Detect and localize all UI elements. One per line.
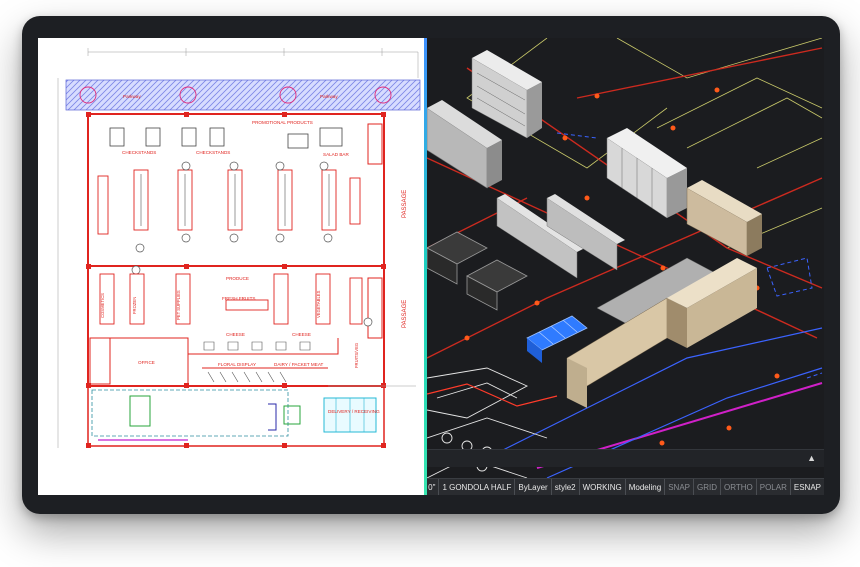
current-block[interactable]: 1 GONDOLA HALF (438, 479, 514, 495)
screen: Parkway Parkway CHECKSTANDS CHECKSTANDS … (38, 38, 824, 495)
ortho-toggle[interactable]: ORTHO (720, 479, 756, 495)
cad-3d-viewport[interactable] (427, 38, 824, 495)
layer-indicator[interactable]: ByLayer (514, 479, 550, 495)
dairy-label: DAIRY / PACKET MEAT (274, 362, 324, 367)
freezer-case (606, 128, 687, 219)
status-bar: 79'-6", -2', 0" 1 GONDOLA HALF ByLayer s… (427, 478, 824, 495)
cursor-coordinates: 79'-6", -2', 0" (427, 483, 436, 492)
fresh-fruits-label: FRESH FRUITS (222, 296, 255, 301)
promo-label: PROMOTIONAL PRODUCTS (252, 120, 313, 125)
refrigerated-case (471, 50, 542, 139)
scroll-up-arrow-icon[interactable]: ▲ (807, 453, 816, 463)
passage-label-bottom: PASSAGE (402, 300, 408, 328)
salad-bar-label: SALAD BAR (323, 152, 349, 157)
parkway-strip (65, 79, 421, 111)
cosmetics-label: COSMETICS (100, 293, 105, 318)
vegetables-label: VEGETABLES (316, 290, 321, 318)
grid-toggle[interactable]: GRID (693, 479, 720, 495)
wood-display-case (686, 180, 762, 257)
working-state[interactable]: WORKING (578, 479, 625, 495)
floor-plan-drawing: Parkway Parkway CHECKSTANDS CHECKSTANDS … (57, 48, 421, 448)
fruits-veg-label: FRUITS/VEG (354, 343, 359, 368)
passage-label-top: PASSAGE (402, 190, 408, 218)
space-mode[interactable]: Modeling (624, 479, 664, 495)
parkway-label-1: Parkway (123, 94, 141, 99)
checkstands-label-1: CHECKSTANDS (122, 150, 156, 155)
pet-supplies-label: PET SUPPLIES (176, 290, 181, 320)
parkway-label-2: Parkway (320, 94, 338, 99)
viewport-scroll-row[interactable]: ▲ (427, 449, 824, 467)
checkstands-label-2: CHECKSTANDS (196, 150, 230, 155)
snap-toggle[interactable]: SNAP (664, 479, 693, 495)
esnap-toggle[interactable]: ESNAP (789, 479, 824, 495)
frozen-label: FROZEN (132, 297, 137, 314)
produce-label: PRODUCE (226, 276, 249, 281)
floor-plan-2d-view[interactable]: Parkway Parkway CHECKSTANDS CHECKSTANDS … (38, 38, 426, 495)
pallet-bins (427, 231, 528, 311)
cheese-label-2: CHEESE (292, 332, 311, 337)
cad-3d-scene (427, 38, 823, 479)
monitor-frame: Parkway Parkway CHECKSTANDS CHECKSTANDS … (22, 16, 840, 514)
cheese-label-1: CHEESE (226, 332, 245, 337)
style-indicator[interactable]: style2 (550, 479, 579, 495)
delivery-label: DELIVERY / RECEIVING (328, 409, 380, 414)
polar-toggle[interactable]: POLAR (755, 479, 790, 495)
office-label: OFFICE (138, 360, 155, 365)
floral-label: FLORAL DISPLAY (218, 362, 256, 367)
